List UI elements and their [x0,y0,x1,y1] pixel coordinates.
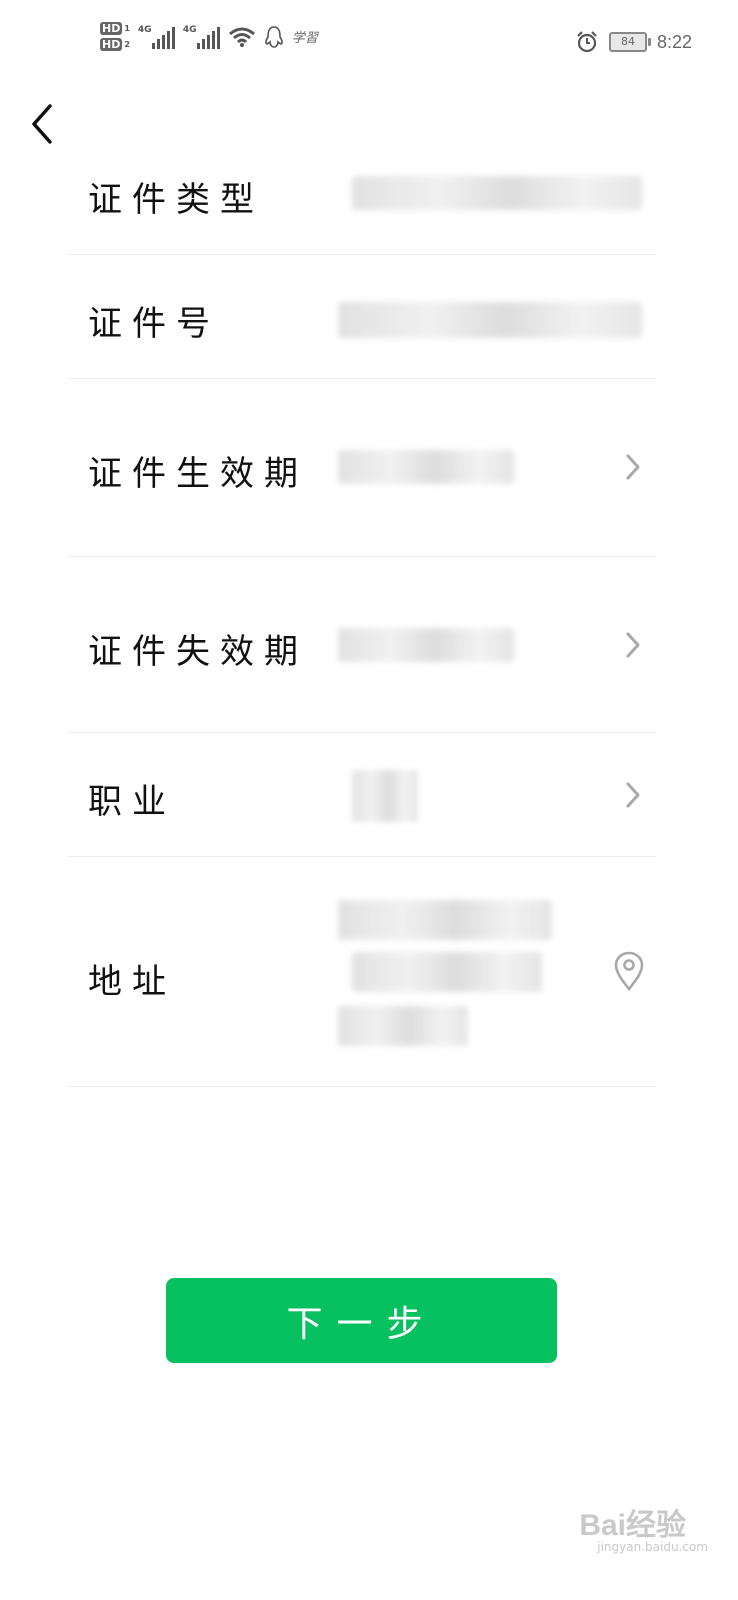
hd2-indicator: HD 2 [100,38,130,51]
valid-from-value [338,450,514,484]
net1-label: 4G [137,24,152,35]
battery-icon: 84 [608,32,651,52]
chevron-left-icon [32,104,52,144]
id-type-label: 证件类型 [88,180,264,220]
watermark-logo: Bai经验 [579,1509,686,1542]
status-right: 84 8:22 [575,30,692,54]
id-number-value [338,302,642,338]
row-valid-from[interactable]: 证件生效期 [68,378,656,557]
chevron-right-icon [626,454,640,480]
address-value-line3 [338,1006,468,1046]
hd-indicators: HD 1 HD 2 [100,22,130,51]
address-label: 地址 [88,962,176,1002]
valid-to-label: 证件失效期 [88,632,308,672]
chevron-right-icon [626,632,640,658]
watermark-url: jingyan.baidu.com [597,1540,708,1554]
status-bar: HD 1 HD 2 4G 4G 学習 84 8:22 [0,0,738,90]
id-type-value [352,176,642,210]
qq-icon [265,25,283,48]
next-step-button[interactable]: 下一步 [166,1278,557,1363]
hd1-label: HD [100,22,123,35]
hd2-label: HD [100,38,123,51]
clock: 8:22 [656,31,692,52]
row-id-type[interactable]: 证件类型 [68,132,656,255]
row-valid-to[interactable]: 证件失效期 [68,556,656,733]
row-id-number[interactable]: 证件号 [68,254,656,379]
valid-from-label: 证件生效期 [88,454,308,494]
hd1-indicator: HD 1 [100,22,130,35]
app-text: 学習 [291,31,318,46]
occupation-value [352,770,418,822]
id-number-label: 证件号 [88,304,220,344]
occupation-label: 职业 [88,782,176,822]
row-address[interactable]: 地址 [68,856,656,1087]
hd1-number: 1 [124,24,130,33]
row-occupation[interactable]: 职业 [68,732,656,857]
chevron-right-icon [626,782,640,808]
back-button[interactable] [28,100,68,148]
valid-to-value [338,628,514,662]
net2-label: 4G [182,24,197,35]
signal1-icon: 4G [138,25,175,49]
location-pin-icon[interactable] [612,950,646,992]
alarm-icon [577,31,597,53]
status-left: HD 1 HD 2 4G 4G 学習 [100,22,318,51]
address-value-line2 [352,952,542,992]
hd2-number: 2 [124,40,130,49]
battery-level: 84 [620,35,635,48]
wifi-icon [228,27,255,47]
signal2-icon: 4G [183,25,220,49]
address-value-line1 [338,900,552,940]
